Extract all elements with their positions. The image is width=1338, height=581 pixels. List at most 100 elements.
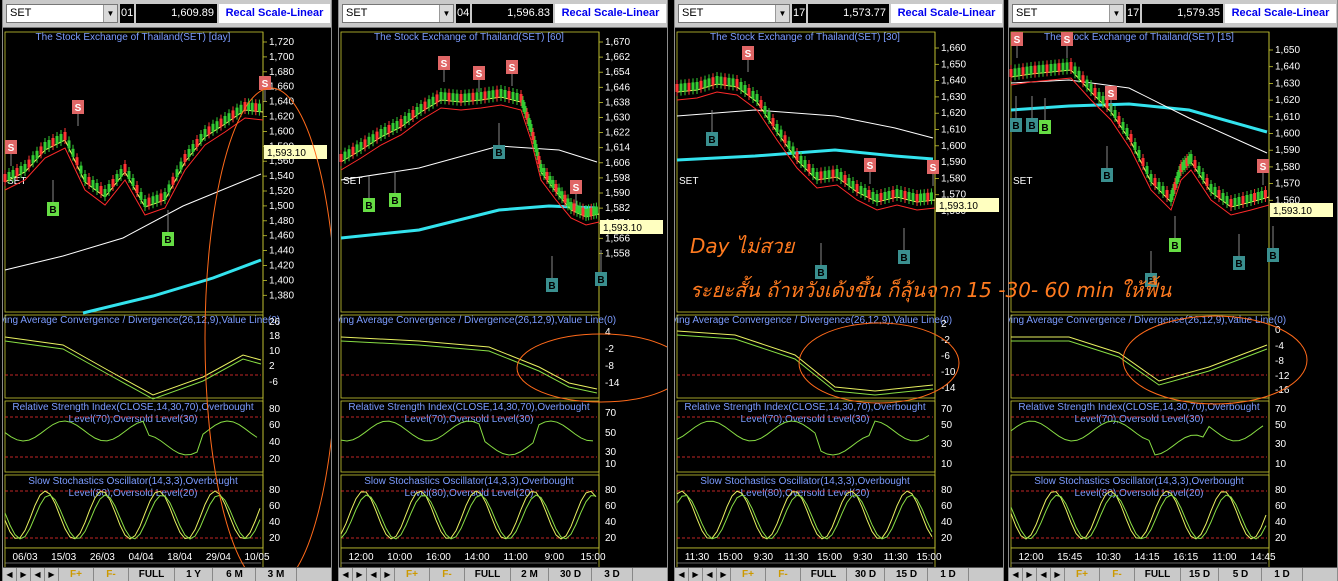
candle bbox=[587, 208, 591, 217]
rsi-tick: 70 bbox=[605, 408, 617, 419]
rsi-subtitle: Level(70),Oversold Level(30) bbox=[741, 414, 870, 425]
macd-tick: -14 bbox=[941, 383, 956, 394]
scroll-end-button[interactable]: ▶ bbox=[381, 568, 395, 581]
scroll-end-button[interactable]: ▶ bbox=[1051, 568, 1065, 581]
range-button[interactable]: FULL bbox=[1135, 568, 1181, 581]
range-button[interactable]: 15 D bbox=[886, 568, 928, 581]
rsi-tick: 30 bbox=[605, 447, 617, 458]
date-label: 9:30 bbox=[853, 552, 873, 563]
chevron-down-icon[interactable]: ▼ bbox=[439, 5, 453, 22]
zoom-in-button[interactable]: F+ bbox=[59, 568, 94, 581]
scroll-start-button[interactable]: ◀ bbox=[367, 568, 381, 581]
date-label: 06/03 bbox=[12, 552, 37, 563]
sell-signal-label: S bbox=[75, 103, 82, 114]
rsi-tick: 10 bbox=[941, 459, 953, 470]
price-tick: 1,420 bbox=[269, 261, 294, 272]
scale-button[interactable]: Recal Scale-Linear bbox=[1225, 4, 1336, 23]
candle bbox=[739, 82, 743, 90]
zoom-in-button[interactable]: F+ bbox=[395, 568, 430, 581]
range-button[interactable]: FULL bbox=[129, 568, 175, 581]
symbol-select[interactable]: SET ▼ bbox=[342, 4, 454, 23]
scroll-right-button[interactable]: ▶ bbox=[17, 568, 31, 581]
zoom-in-button[interactable]: F+ bbox=[731, 568, 766, 581]
range-button[interactable]: 1 D bbox=[1262, 568, 1303, 581]
candle bbox=[55, 136, 59, 144]
candle bbox=[566, 198, 570, 207]
price-tick: 1,590 bbox=[605, 188, 630, 199]
candle bbox=[155, 194, 159, 203]
chevron-down-icon[interactable]: ▼ bbox=[775, 5, 789, 22]
range-button[interactable]: FULL bbox=[465, 568, 511, 581]
scroll-right-button[interactable]: ▶ bbox=[689, 568, 703, 581]
candle bbox=[783, 135, 787, 144]
scroll-left-button[interactable]: ◀ bbox=[1009, 568, 1023, 581]
candle bbox=[1053, 63, 1057, 72]
macd-line bbox=[4, 336, 262, 396]
price-tick: 1,400 bbox=[269, 275, 294, 286]
scale-button[interactable]: Recal Scale-Linear bbox=[891, 4, 1002, 23]
scroll-right-button[interactable]: ▶ bbox=[353, 568, 367, 581]
scale-button[interactable]: Recal Scale-Linear bbox=[555, 4, 666, 23]
price-tick: 1,558 bbox=[605, 248, 630, 259]
candle bbox=[31, 155, 35, 164]
price-tick: 1,670 bbox=[605, 37, 630, 48]
candle bbox=[43, 142, 47, 150]
candle bbox=[47, 140, 51, 148]
range-button[interactable]: 2 M bbox=[511, 568, 549, 581]
zoom-in-button[interactable]: F+ bbox=[1065, 568, 1100, 581]
scroll-left-button[interactable]: ◀ bbox=[3, 568, 17, 581]
scale-button[interactable]: Recal Scale-Linear bbox=[219, 4, 330, 23]
candle bbox=[807, 164, 811, 172]
range-button[interactable]: 30 D bbox=[550, 568, 592, 581]
sell-signal-label: S bbox=[745, 49, 752, 60]
range-button[interactable]: 6 M bbox=[214, 568, 256, 581]
range-button[interactable]: 3 M bbox=[256, 568, 297, 581]
range-button[interactable]: 3 D bbox=[592, 568, 633, 581]
range-button[interactable]: 1 Y bbox=[175, 568, 213, 581]
scroll-right-button[interactable]: ▶ bbox=[1023, 568, 1037, 581]
price-tick: 1,720 bbox=[269, 37, 294, 48]
candle bbox=[727, 77, 731, 86]
range-button[interactable]: FULL bbox=[801, 568, 847, 581]
range-button[interactable]: 15 D bbox=[1181, 568, 1219, 581]
sto-tick: 20 bbox=[269, 533, 281, 544]
range-button[interactable]: 5 D bbox=[1220, 568, 1262, 581]
candle bbox=[1229, 199, 1233, 207]
zoom-out-button[interactable]: F- bbox=[430, 568, 465, 581]
chart-panel-60min: SET ▼ 04 1,596.83 Recal Scale-Linear The S… bbox=[322, 0, 686, 581]
symbol-select[interactable]: SET ▼ bbox=[678, 4, 790, 23]
date-label: 9:00 bbox=[545, 552, 565, 563]
candle bbox=[903, 191, 907, 199]
buy-signal-label: B bbox=[548, 281, 555, 292]
candle bbox=[879, 193, 883, 201]
symbol-select[interactable]: SET ▼ bbox=[6, 4, 118, 23]
zoom-out-button[interactable]: F- bbox=[1100, 568, 1135, 581]
sell-signal-label: S bbox=[1108, 89, 1115, 100]
zoom-out-button[interactable]: F- bbox=[766, 568, 801, 581]
scroll-start-button[interactable]: ◀ bbox=[31, 568, 45, 581]
scroll-start-button[interactable]: ◀ bbox=[1037, 568, 1051, 581]
zoom-out-button[interactable]: F- bbox=[94, 568, 129, 581]
scroll-end-button[interactable]: ▶ bbox=[717, 568, 731, 581]
candle bbox=[207, 126, 211, 135]
candle bbox=[699, 80, 703, 89]
chevron-down-icon[interactable]: ▼ bbox=[1109, 5, 1123, 22]
candle bbox=[1049, 64, 1053, 72]
candle bbox=[554, 184, 558, 192]
scroll-start-button[interactable]: ◀ bbox=[703, 568, 717, 581]
range-button[interactable]: 30 D bbox=[847, 568, 885, 581]
scroll-left-button[interactable]: ◀ bbox=[339, 568, 353, 581]
chevron-down-icon[interactable]: ▼ bbox=[103, 5, 117, 22]
candle bbox=[219, 118, 223, 127]
candle bbox=[1029, 66, 1033, 74]
candle bbox=[111, 179, 115, 187]
range-button[interactable]: 1 D bbox=[928, 568, 969, 581]
symbol-select[interactable]: SET ▼ bbox=[1012, 4, 1124, 23]
price-tick: 1,540 bbox=[269, 171, 294, 182]
scroll-left-button[interactable]: ◀ bbox=[675, 568, 689, 581]
candle bbox=[578, 206, 582, 215]
candle bbox=[167, 184, 171, 193]
candle bbox=[675, 84, 679, 92]
buy-signal-label: B bbox=[164, 235, 171, 246]
scroll-end-button[interactable]: ▶ bbox=[45, 568, 59, 581]
